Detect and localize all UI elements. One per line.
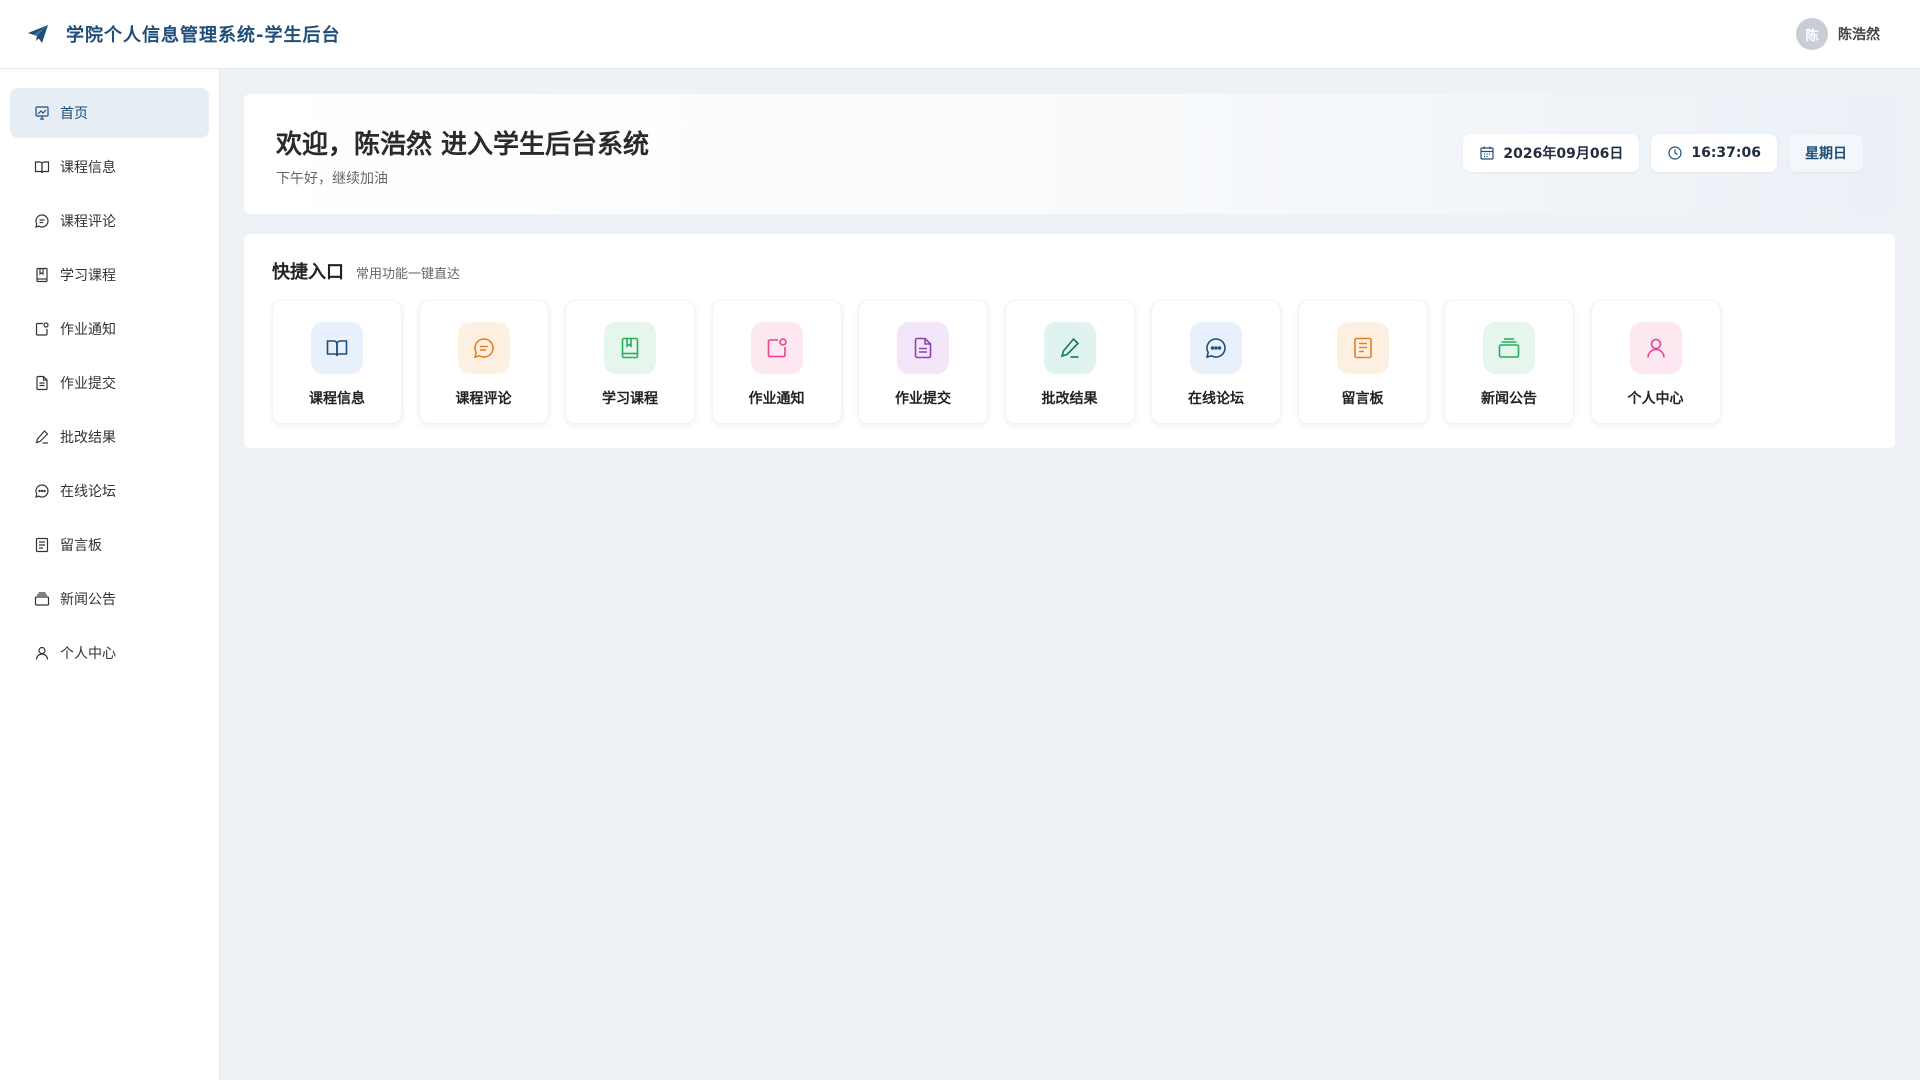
quick-card-label: 课程评论 <box>455 391 512 407</box>
note-icon <box>1336 322 1389 374</box>
file-text-icon <box>897 322 949 374</box>
sidebar-item-label: 个人中心 <box>60 646 116 662</box>
chat-dots-icon <box>34 483 50 499</box>
sidebar-item-online-forum[interactable]: 在线论坛 <box>10 466 209 516</box>
welcome-panel: 欢迎，陈浩然 进入学生后台系统 下午好，继续加油 2026年09月06日 16:… <box>244 94 1895 214</box>
quick-card-label: 作业提交 <box>895 391 951 407</box>
avatar[interactable]: 陈 <box>1796 18 1828 50</box>
quick-card-homework-submit[interactable]: 作业提交 <box>858 300 988 424</box>
book-open-icon <box>311 322 363 374</box>
quick-card-study-courses[interactable]: 学习课程 <box>565 300 695 424</box>
weekday-text: 星期日 <box>1805 146 1847 162</box>
sidebar-item-label: 作业通知 <box>60 322 116 338</box>
user-icon <box>34 645 50 661</box>
presentation-icon <box>34 105 50 121</box>
top-header: 学院个人信息管理系统-学生后台 陈 陈浩然 <box>0 0 1920 69</box>
quick-card-course-info[interactable]: 课程信息 <box>272 300 402 424</box>
file-text-icon <box>34 375 50 391</box>
pen-icon <box>1043 322 1096 374</box>
sidebar-item-label: 留言板 <box>60 538 102 554</box>
date-badge: 2026年09月06日 <box>1463 134 1640 172</box>
date-time-group: 2026年09月06日 16:37:06 星期日 <box>1451 134 1863 172</box>
quick-card-label: 批改结果 <box>1041 391 1098 407</box>
book-open-icon <box>34 159 50 175</box>
notebook-icon <box>34 267 50 283</box>
sidebar-item-label: 在线论坛 <box>60 484 116 500</box>
quick-access-title: 快捷入口 <box>272 262 344 283</box>
sidebar-item-label: 课程信息 <box>60 160 116 176</box>
quick-access-cards: 课程信息 课程评论 学习课程 作业通知 作业提交 批改结果 在线论坛 留言板 新… <box>272 300 1737 424</box>
quick-card-course-comments[interactable]: 课程评论 <box>418 300 549 424</box>
user-icon <box>1629 322 1682 374</box>
pen-icon <box>34 429 50 445</box>
user-name[interactable]: 陈浩然 <box>1838 24 1880 44</box>
welcome-subtitle: 下午好，继续加油 <box>276 171 388 187</box>
brand[interactable]: 学院个人信息管理系统-学生后台 <box>26 21 340 47</box>
quick-access-header: 快捷入口 常用功能一键直达 <box>272 258 460 284</box>
sidebar-item-grading-results[interactable]: 批改结果 <box>10 412 209 462</box>
notebook-icon <box>604 322 656 374</box>
quick-card-label: 作业通知 <box>748 391 805 407</box>
sidebar-item-label: 课程评论 <box>60 214 116 230</box>
sidebar-item-label: 学习课程 <box>60 268 116 284</box>
date-text: 2026年09月06日 <box>1503 146 1624 162</box>
sidebar-item-message-board[interactable]: 留言板 <box>10 520 209 570</box>
sidebar-item-news[interactable]: 新闻公告 <box>10 574 209 624</box>
quick-card-label: 课程信息 <box>309 391 365 407</box>
time-text: 16:37:06 <box>1691 145 1761 161</box>
sidebar-item-course-comments[interactable]: 课程评论 <box>10 196 209 246</box>
welcome-title: 欢迎，陈浩然 进入学生后台系统 <box>276 130 650 160</box>
news-stack-icon <box>34 591 50 607</box>
quick-card-grading-results[interactable]: 批改结果 <box>1004 300 1135 424</box>
notification-icon <box>34 321 50 337</box>
paper-plane-icon <box>26 22 50 46</box>
time-badge: 16:37:06 <box>1651 134 1777 172</box>
clock-icon <box>1667 145 1683 161</box>
quick-card-message-board[interactable]: 留言板 <box>1297 300 1428 424</box>
sidebar-item-home[interactable]: 首页 <box>10 88 209 138</box>
quick-card-profile[interactable]: 个人中心 <box>1590 300 1721 424</box>
calendar-icon <box>1479 145 1495 161</box>
quick-card-news[interactable]: 新闻公告 <box>1444 300 1574 424</box>
note-icon <box>34 537 50 553</box>
notification-icon <box>750 322 803 374</box>
quick-card-label: 学习课程 <box>602 391 658 407</box>
sidebar-item-study-courses[interactable]: 学习课程 <box>10 250 209 300</box>
quick-card-label: 留言板 <box>1341 391 1384 407</box>
chat-dots-icon <box>1190 322 1242 374</box>
sidebar: 首页 课程信息 课程评论 学习课程 作业通知 作业提交 批改结果 在线论坛 留言… <box>0 69 220 1080</box>
weekday-badge: 星期日 <box>1789 134 1863 172</box>
quick-card-label: 在线论坛 <box>1188 391 1244 407</box>
quick-card-online-forum[interactable]: 在线论坛 <box>1151 300 1281 424</box>
sidebar-item-homework-submit[interactable]: 作业提交 <box>10 358 209 408</box>
sidebar-item-label: 新闻公告 <box>60 592 116 608</box>
sidebar-item-homework-notice[interactable]: 作业通知 <box>10 304 209 354</box>
sidebar-item-label: 批改结果 <box>60 430 116 446</box>
message-icon <box>457 322 510 374</box>
sidebar-item-profile[interactable]: 个人中心 <box>10 628 209 678</box>
quick-card-label: 新闻公告 <box>1481 391 1537 407</box>
message-icon <box>34 213 50 229</box>
news-stack-icon <box>1483 322 1535 374</box>
quick-access-subtitle: 常用功能一键直达 <box>356 267 461 282</box>
quick-card-homework-notice[interactable]: 作业通知 <box>711 300 842 424</box>
sidebar-item-label: 首页 <box>60 106 88 122</box>
app-title: 学院个人信息管理系统-学生后台 <box>66 25 341 46</box>
quick-access-panel: 快捷入口 常用功能一键直达 课程信息 课程评论 学习课程 作业通知 作业提交 批… <box>244 234 1895 448</box>
user-menu[interactable]: 陈 陈浩然 <box>1796 18 1880 50</box>
sidebar-item-label: 作业提交 <box>60 376 116 392</box>
quick-card-label: 个人中心 <box>1627 391 1684 407</box>
sidebar-item-course-info[interactable]: 课程信息 <box>10 142 209 192</box>
